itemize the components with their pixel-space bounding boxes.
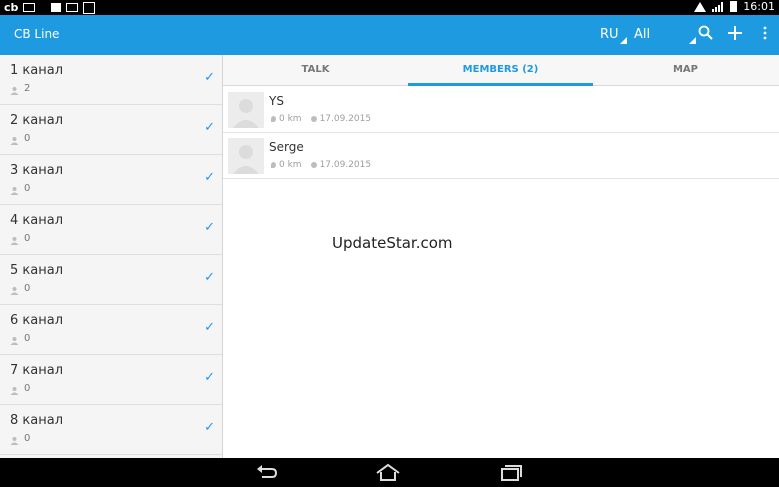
filter-value: All <box>634 27 651 42</box>
channel-item[interactable]: 3 канал 0 ✓ <box>0 155 222 205</box>
check-icon: ✓ <box>204 370 215 385</box>
member-row[interactable]: YS 0 km 17.09.2015 <box>223 87 779 133</box>
overflow-menu-icon[interactable] <box>756 25 774 43</box>
user-count-icon <box>10 287 19 295</box>
user-count-icon <box>10 437 19 445</box>
channel-item[interactable]: 1 канал 2 ✓ <box>0 55 222 105</box>
channel-name: 3 канал <box>10 163 63 178</box>
check-icon: ✓ <box>204 120 215 135</box>
battery-icon <box>730 1 738 12</box>
channel-member-count: 0 <box>24 133 31 144</box>
tab-talk[interactable]: TALK <box>223 55 408 85</box>
language-value: RU <box>600 27 619 42</box>
member-distance: 0 km <box>279 114 302 124</box>
spinner-arrow-icon <box>689 37 696 44</box>
user-count-icon <box>10 137 19 145</box>
status-left-icons: cb <box>4 1 96 14</box>
channel-list: 1 канал 2 ✓ 2 канал 0 ✓ 3 канал 0 ✓ 4 канал 0 ✓ 5 ка… <box>0 55 223 458</box>
channel-name: 4 канал <box>10 213 63 228</box>
channel-member-count: 0 <box>24 333 31 344</box>
add-icon[interactable] <box>726 25 744 43</box>
check-icon: ✓ <box>204 270 215 285</box>
channel-member-count: 0 <box>24 383 31 394</box>
member-name: YS <box>269 94 284 108</box>
channel-member-count: 0 <box>24 283 31 294</box>
check-icon: ✓ <box>204 320 215 335</box>
channel-member-count: 0 <box>24 233 31 244</box>
channel-member-count: 2 <box>24 83 31 94</box>
tab-bar: TALK MEMBERS (2) MAP <box>223 55 779 86</box>
status-bar: cb 16:01 <box>0 0 779 15</box>
tab-map[interactable]: MAP <box>593 55 778 85</box>
image-icon <box>51 3 62 12</box>
language-spinner[interactable]: RU <box>600 27 627 44</box>
check-icon: ✓ <box>204 70 215 85</box>
channel-member-count: 0 <box>24 433 31 444</box>
clock: 16:01 <box>743 0 775 13</box>
member-distance: 0 km <box>279 160 302 170</box>
user-count-icon <box>10 337 19 345</box>
back-icon[interactable] <box>254 463 280 483</box>
tab-members[interactable]: MEMBERS (2) <box>408 55 593 86</box>
recent-apps-icon[interactable] <box>498 463 524 483</box>
navigation-bar <box>0 458 779 487</box>
home-icon[interactable] <box>375 463 401 483</box>
check-icon: ✓ <box>204 220 215 235</box>
gmail-icon <box>66 3 79 12</box>
checkbox-icon <box>83 1 96 14</box>
channel-name: 5 канал <box>10 263 63 278</box>
member-name: Serge <box>269 140 304 154</box>
cb-icon: cb <box>4 1 19 14</box>
avatar <box>228 92 264 128</box>
check-icon: ✓ <box>204 420 215 435</box>
user-count-icon <box>10 237 19 245</box>
channel-item[interactable]: 4 канал 0 ✓ <box>0 205 222 255</box>
channel-item[interactable]: 5 канал 0 ✓ <box>0 255 222 305</box>
watermark: UpdateStar.com <box>332 234 453 252</box>
member-date: 17.09.2015 <box>319 160 372 170</box>
wifi-icon <box>694 1 707 12</box>
location-pin-icon <box>271 116 276 122</box>
search-icon[interactable] <box>697 25 715 43</box>
member-row[interactable]: Serge 0 km 17.09.2015 <box>223 133 779 179</box>
channel-name: 8 канал <box>10 413 63 428</box>
user-count-icon <box>10 387 19 395</box>
member-date: 17.09.2015 <box>319 114 372 124</box>
signal-icon <box>712 1 724 12</box>
channel-item[interactable]: 7 канал 0 ✓ <box>0 355 222 405</box>
channel-item[interactable]: 6 канал 0 ✓ <box>0 305 222 355</box>
action-bar: CB Line RU All <box>0 15 779 55</box>
channel-item[interactable]: 2 канал 0 ✓ <box>0 105 222 155</box>
channel-name: 6 канал <box>10 313 63 328</box>
location-pin-icon <box>271 162 276 168</box>
user-count-icon <box>10 187 19 195</box>
time-dot-icon <box>310 162 317 168</box>
channel-name: 7 канал <box>10 363 63 378</box>
member-meta: 0 km 17.09.2015 <box>271 114 371 124</box>
channel-name: 2 канал <box>10 113 63 128</box>
time-dot-icon <box>310 116 317 122</box>
channel-member-count: 0 <box>24 183 31 194</box>
avatar <box>228 138 264 174</box>
channel-item[interactable]: 8 канал 0 ✓ <box>0 405 222 455</box>
app-title: CB Line <box>14 27 60 41</box>
check-icon: ✓ <box>204 170 215 185</box>
filter-spinner[interactable]: All <box>634 27 696 44</box>
status-right-icons: 16:01 <box>694 0 775 13</box>
mail-icon <box>23 3 36 12</box>
member-meta: 0 km 17.09.2015 <box>271 160 371 170</box>
user-count-icon <box>10 87 19 95</box>
spinner-arrow-icon <box>619 37 627 44</box>
channel-name: 1 канал <box>10 63 63 78</box>
